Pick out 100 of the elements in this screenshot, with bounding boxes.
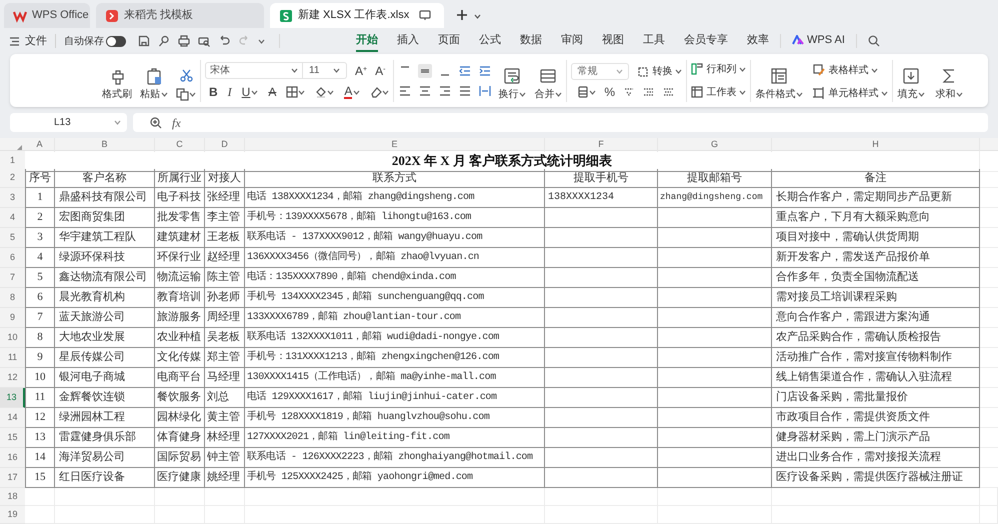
function-label[interactable]: fx (172, 114, 181, 132)
italic-button[interactable]: I (228, 86, 232, 98)
search-icon[interactable] (868, 35, 880, 47)
monitor-icon[interactable] (419, 10, 432, 21)
percent-button[interactable]: % (604, 86, 616, 98)
row-header[interactable]: 5 (0, 228, 25, 248)
tab[interactable]: 来稻壳 找模板 (96, 3, 264, 28)
column-header[interactable]: B (55, 138, 155, 152)
fill-down-icon[interactable] (902, 66, 920, 84)
file-menu[interactable]: 文件 (10, 32, 47, 50)
fill-color-button[interactable] (315, 86, 334, 98)
print-preview-icon[interactable] (198, 35, 210, 47)
fill-button[interactable]: 填充 (897, 86, 926, 102)
number-format-select[interactable]: 常规 (571, 63, 630, 80)
key-icon[interactable] (158, 35, 170, 47)
wrap-text-icon[interactable] (503, 66, 522, 84)
font-color-button[interactable]: A (344, 85, 352, 99)
font-select[interactable]: 宋体 (205, 62, 303, 79)
plus-icon[interactable] (456, 9, 468, 21)
borders-button[interactable] (286, 86, 306, 98)
worksheet-button[interactable]: 工作表 (691, 84, 746, 100)
row-header[interactable]: 2 (0, 169, 25, 188)
merge-cells-icon[interactable] (539, 66, 558, 84)
strikethrough-button[interactable]: A (268, 86, 276, 98)
column-header[interactable]: C (155, 138, 205, 152)
accounting-button[interactable] (577, 86, 596, 98)
increase-decimal-icon[interactable] (643, 86, 656, 98)
row-header[interactable]: 14 (0, 408, 25, 428)
menu-tab[interactable]: 数据 (520, 30, 542, 52)
justify-icon[interactable] (458, 84, 472, 98)
bold-button[interactable]: B (209, 86, 218, 98)
row-header[interactable]: 18 (0, 488, 25, 506)
menu-tab[interactable]: 会员专享 (684, 30, 728, 52)
conditional-format-button[interactable]: 条件格式 (755, 86, 804, 102)
indent-decrease-icon[interactable] (458, 64, 472, 78)
align-middle-icon[interactable] (418, 64, 432, 78)
row-header[interactable]: 6 (0, 248, 25, 268)
menu-tab[interactable]: 视图 (602, 30, 624, 52)
copy-button[interactable] (176, 88, 196, 100)
thousands-icon[interactable] (623, 86, 636, 98)
decrease-decimal-icon[interactable] (663, 86, 676, 98)
row-header[interactable]: 4 (0, 208, 25, 228)
underline-button[interactable]: U (242, 86, 250, 98)
menu-tab[interactable]: 审阅 (561, 30, 583, 52)
align-center-icon[interactable] (418, 84, 432, 98)
row-header[interactable]: 19 (0, 506, 25, 524)
row-header[interactable]: 17 (0, 468, 25, 488)
column-header[interactable]: A (25, 138, 55, 152)
indent-increase-icon[interactable] (478, 64, 492, 78)
table-style-button[interactable]: 表格样式 (813, 62, 888, 78)
menu-tab[interactable]: 工具 (643, 30, 665, 52)
row-header[interactable]: 10 (0, 328, 25, 348)
save-icon[interactable] (138, 35, 150, 47)
row-header[interactable]: 11 (0, 348, 25, 368)
row-header[interactable]: 7 (0, 268, 25, 288)
row-header[interactable]: 8 (0, 288, 25, 308)
tab[interactable]: 新建 XLSX 工作表.xlsx (270, 3, 444, 28)
formula-input[interactable]: fx (133, 113, 988, 132)
print-icon[interactable] (178, 35, 190, 47)
tab[interactable]: WPS Office (4, 3, 90, 28)
row-header[interactable]: 13 (0, 388, 25, 408)
column-header[interactable]: G (658, 138, 772, 152)
table-cell: 赵经理 (205, 248, 245, 268)
paste-icon[interactable] (145, 66, 163, 84)
grow-font-button[interactable]: A$^{+}$ (355, 64, 368, 76)
align-left-icon[interactable] (398, 84, 412, 98)
menu-tab[interactable]: 开始 (356, 30, 378, 52)
name-box[interactable]: L13 (10, 113, 127, 132)
row-header[interactable]: 15 (0, 428, 25, 448)
column-header[interactable]: F (545, 138, 658, 152)
zoom-icon[interactable] (150, 116, 162, 128)
scissors-icon[interactable] (180, 68, 192, 82)
align-right-icon[interactable] (438, 84, 452, 98)
undo-icon[interactable] (218, 35, 230, 47)
row-header[interactable]: 12 (0, 368, 25, 388)
autosave-toggle[interactable] (106, 36, 126, 46)
row-header[interactable]: 16 (0, 448, 25, 468)
cell-style-button[interactable]: 单元格样式 (813, 86, 888, 100)
sum-button[interactable]: 求和 (935, 86, 964, 102)
column-header[interactable]: E (245, 138, 545, 152)
font-size-select[interactable]: 11 (303, 62, 347, 79)
wrap-button[interactable]: 换行 (498, 86, 526, 102)
shrink-font-button[interactable]: A$^{-}$ (375, 64, 386, 76)
menu-tab[interactable]: WPS AI (792, 30, 845, 52)
row-header[interactable]: 9 (0, 308, 25, 328)
column-header[interactable]: D (205, 138, 245, 152)
convert-button[interactable]: 转换 (637, 64, 682, 79)
paste-button[interactable]: 粘贴 (140, 86, 168, 102)
column-header[interactable]: H (772, 138, 980, 152)
distributed-icon[interactable] (478, 84, 492, 98)
merge-button[interactable]: 合并 (534, 86, 562, 102)
menu-tab[interactable]: 效率 (747, 30, 769, 52)
conditional-format-icon[interactable] (770, 66, 788, 84)
row-header[interactable]: 3 (0, 188, 25, 208)
menu-tab[interactable]: 公式 (479, 30, 501, 52)
menu-tab[interactable]: 插入 (397, 30, 419, 52)
rows-columns-button[interactable]: 行和列 (691, 62, 746, 76)
format-painter-button[interactable]: 格式刷 (102, 86, 132, 102)
clear-button[interactable] (370, 86, 390, 98)
menu-tab[interactable]: 页面 (438, 30, 460, 52)
